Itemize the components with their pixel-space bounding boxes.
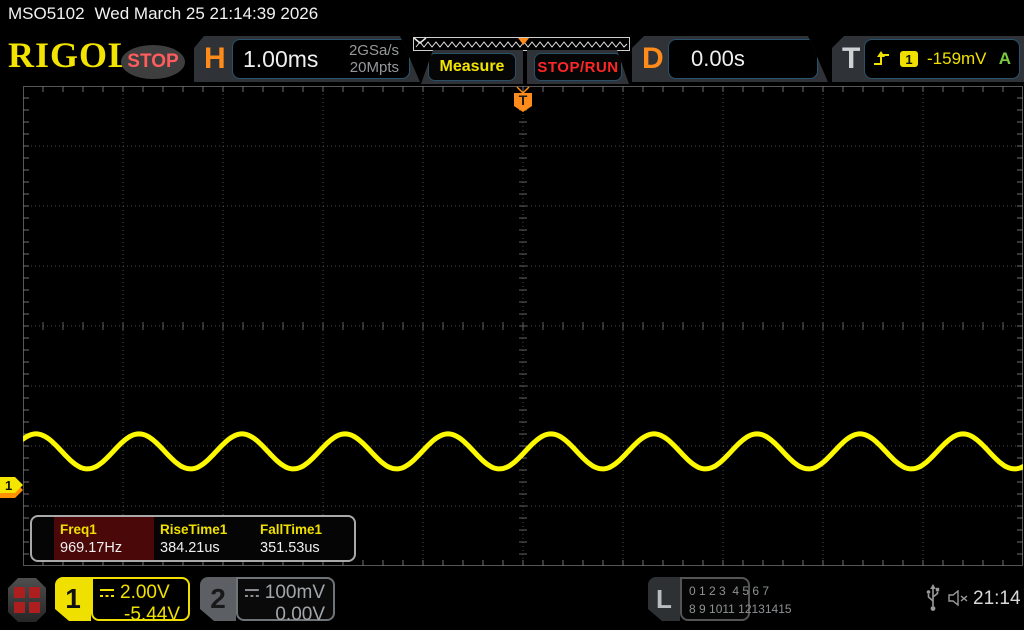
- channel1-status[interactable]: 1 2.00V -5.44V: [55, 577, 190, 625]
- channel2-box[interactable]: 100mV 0.00V: [236, 577, 335, 625]
- acquisition-info: 2GSa/s 20Mpts: [349, 42, 399, 77]
- measurement-value: 384.21us: [160, 540, 220, 556]
- trigger-level-value: -159mV: [927, 49, 987, 68]
- speaker-muted-icon: [948, 590, 968, 606]
- trigger-sweep-mode: A: [998, 49, 1011, 68]
- sample-rate: 2GSa/s: [348, 41, 399, 59]
- trigger-slope-icon: [874, 51, 889, 65]
- measurement-risetime1[interactable]: RiseTime1 384.21us: [154, 517, 254, 560]
- timebase-value: 1.00ms: [243, 45, 319, 72]
- delay-box[interactable]: 0.00s: [668, 39, 818, 79]
- stop-run-button[interactable]: STOP/RUN: [534, 53, 622, 81]
- menu-icon[interactable]: [8, 578, 46, 622]
- channel1-tab[interactable]: 1: [55, 577, 91, 621]
- logic-channels-status[interactable]: L 0 1 2 3 4 5 6 7 8 9 1011 12131415: [648, 577, 792, 621]
- header-bar: RIGOL STOP H 1.00ms 2GSa/s 20Mpts Measur…: [0, 32, 1024, 84]
- channel1-level-marker[interactable]: 1: [0, 477, 23, 498]
- stop-run-button-tab: STOP/RUN: [527, 50, 629, 84]
- run-state-badge: STOP: [121, 45, 185, 79]
- oscilloscope-screen: MSO5102 Wed March 25 21:14:39 2026 RIGOL …: [0, 0, 1024, 630]
- channel1-box[interactable]: 2.00V -5.44V: [91, 577, 190, 625]
- trigger-box[interactable]: 1 -159mV A: [864, 39, 1020, 79]
- channel2-status[interactable]: 2 100mV 0.00V: [200, 577, 335, 625]
- measurement-label: Freq1: [60, 522, 97, 537]
- titlebar: MSO5102 Wed March 25 21:14:39 2026: [8, 4, 318, 24]
- menu-grid-icon: [14, 587, 40, 613]
- dc-coupling-icon: [100, 589, 114, 597]
- timebase-box[interactable]: 1.00ms 2GSa/s 20Mpts: [232, 39, 410, 79]
- measurement-falltime1[interactable]: FallTime1 351.53us: [254, 517, 354, 560]
- dc-coupling-icon: [244, 589, 259, 597]
- logic-row1: 0 1 2 3 4 5 6 7: [689, 584, 770, 598]
- trigger-label: T: [842, 42, 861, 75]
- measure-button[interactable]: Measure: [428, 53, 516, 81]
- system-icons: 21:14: [926, 570, 1024, 630]
- measurement-value: 351.53us: [260, 540, 320, 556]
- delay-label: D: [642, 42, 664, 75]
- horizontal-label: H: [204, 42, 226, 75]
- delay-panel[interactable]: D 0.00s: [632, 36, 828, 82]
- measurement-freq1[interactable]: Freq1 969.17Hz: [54, 517, 154, 560]
- waveform-display: T: [20, 86, 1024, 566]
- delay-value: 0.00s: [691, 46, 745, 71]
- trigger-source-badge: 1: [900, 51, 918, 67]
- channel1-offset: -5.44V: [124, 604, 180, 625]
- channel1-scale: 2.00V: [120, 582, 170, 603]
- logic-row2: 8 9 1011 12131415: [689, 602, 792, 616]
- rigol-logo: RIGOL: [8, 35, 134, 75]
- measurement-panel[interactable]: Freq1 969.17Hz RiseTime1 384.21us FallTi…: [30, 515, 356, 562]
- channel2-offset: 0.00V: [275, 604, 325, 625]
- usb-icon: [926, 584, 940, 611]
- measurement-value: 969.17Hz: [60, 540, 123, 556]
- status-bar: 1 2.00V -5.44V 2 100mV 0.00V L 0 1 2 3 4…: [0, 570, 1024, 630]
- graticule-area: T: [20, 86, 1024, 566]
- measure-button-tab: Measure: [421, 50, 523, 84]
- model-label: MSO5102: [8, 4, 85, 23]
- channel2-scale: 100mV: [264, 582, 325, 603]
- datetime-label: Wed March 25 21:14:39 2026: [94, 4, 319, 23]
- svg-text:T: T: [519, 92, 528, 108]
- channel2-tab[interactable]: 2: [200, 577, 236, 621]
- clock: 21:14: [973, 588, 1021, 609]
- trigger-panel[interactable]: T 1 -159mV A: [832, 36, 1024, 82]
- logic-tab[interactable]: L: [648, 577, 680, 621]
- memory-depth: 20Mpts: [349, 59, 399, 76]
- waveform-preview-strip[interactable]: [413, 36, 630, 52]
- measurement-label: FallTime1: [260, 522, 323, 537]
- logic-box: 0 1 2 3 4 5 6 7 8 9 1011 12131415: [680, 577, 792, 621]
- measurement-label: RiseTime1: [160, 522, 228, 537]
- horizontal-panel[interactable]: H 1.00ms 2GSa/s 20Mpts: [194, 36, 420, 82]
